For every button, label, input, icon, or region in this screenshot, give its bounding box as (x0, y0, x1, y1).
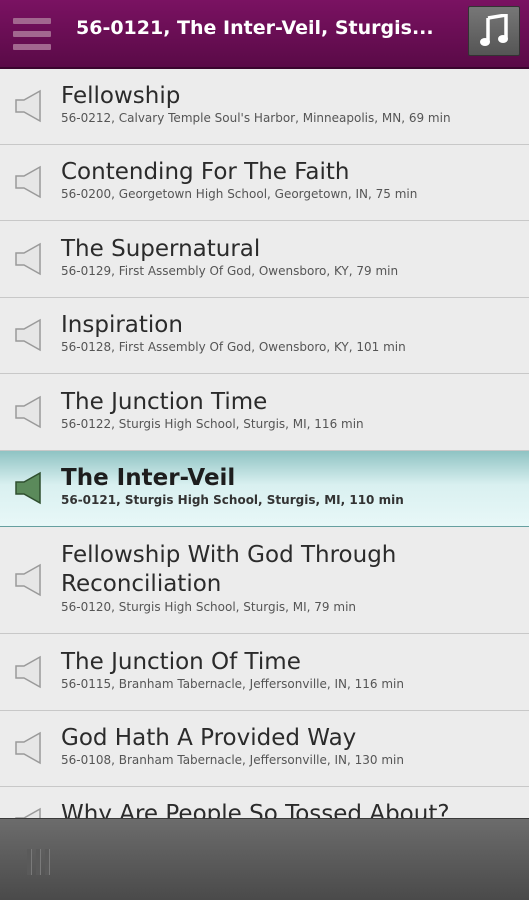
sermon-subtitle: 56-0120, Sturgis High School, Sturgis, M… (61, 600, 357, 614)
speaker-icon (15, 655, 41, 689)
speaker-active-icon (15, 471, 41, 505)
sermon-title: The Inter-Veil (61, 465, 236, 491)
speaker-icon (15, 731, 41, 765)
sermon-title: Contending For The Faith (61, 159, 350, 185)
speaker-icon (15, 395, 41, 429)
list-item[interactable]: The Supernatural 56-0129, First Assembly… (0, 221, 529, 298)
drag-handle-icon[interactable] (27, 849, 53, 875)
menu-line (13, 18, 51, 24)
top-bar: 56-0121, The Inter-Veil, Sturgis... (0, 0, 529, 69)
speaker-icon (15, 242, 41, 276)
hamburger-menu-icon[interactable] (13, 14, 53, 54)
sermon-subtitle: 56-0128, First Assembly Of God, Owensbor… (61, 340, 406, 354)
list-item[interactable]: God Hath A Provided Way 56-0108, Branham… (0, 711, 529, 787)
list-item[interactable]: The Junction Time 56-0122, Sturgis High … (0, 374, 529, 451)
music-note-icon (480, 14, 508, 46)
list-item[interactable]: The Junction Of Time 56-0115, Branham Ta… (0, 634, 529, 711)
sermon-subtitle: 56-0115, Branham Tabernacle, Jeffersonvi… (61, 677, 404, 691)
list-item[interactable]: Fellowship With God Through Reconciliati… (0, 527, 529, 634)
sermon-title: Inspiration (61, 312, 183, 338)
sermon-title: Fellowship (61, 83, 181, 109)
sermon-subtitle: 56-0121, Sturgis High School, Sturgis, M… (61, 493, 404, 507)
sermon-title: God Hath A Provided Way (61, 725, 357, 751)
sermon-title: The Junction Of Time (61, 649, 301, 675)
player-bar[interactable] (0, 818, 529, 900)
page-title: 56-0121, The Inter-Veil, Sturgis... (76, 17, 434, 39)
speaker-icon (15, 165, 41, 199)
speaker-icon (15, 89, 41, 123)
menu-line (13, 44, 51, 50)
speaker-icon (15, 318, 41, 352)
music-player-button[interactable] (468, 6, 520, 56)
sermon-subtitle: 56-0108, Branham Tabernacle, Jeffersonvi… (61, 753, 404, 767)
handle-line (36, 849, 40, 875)
app-window: 56-0121, The Inter-Veil, Sturgis... Fell… (0, 0, 529, 900)
sermon-subtitle: 56-0122, Sturgis High School, Sturgis, M… (61, 417, 364, 431)
sermon-title: The Supernatural (61, 236, 261, 262)
sermon-list: Fellowship 56-0212, Calvary Temple Soul'… (0, 69, 529, 847)
list-item[interactable]: Fellowship 56-0212, Calvary Temple Soul'… (0, 69, 529, 145)
list-item[interactable]: Contending For The Faith 56-0200, George… (0, 145, 529, 221)
speaker-icon (15, 563, 41, 597)
menu-line (13, 31, 51, 37)
list-item-active[interactable]: The Inter-Veil 56-0121, Sturgis High Sch… (0, 451, 529, 527)
sermon-subtitle: 56-0129, First Assembly Of God, Owensbor… (61, 264, 399, 278)
sermon-title: The Junction Time (61, 389, 268, 415)
handle-line (45, 849, 49, 875)
handle-line (27, 849, 31, 875)
sermon-subtitle: 56-0212, Calvary Temple Soul's Harbor, M… (61, 111, 451, 125)
list-item[interactable]: Inspiration 56-0128, First Assembly Of G… (0, 298, 529, 374)
sermon-title: Fellowship With God Through Reconciliati… (61, 542, 397, 597)
sermon-subtitle: 56-0200, Georgetown High School, Georget… (61, 187, 418, 201)
